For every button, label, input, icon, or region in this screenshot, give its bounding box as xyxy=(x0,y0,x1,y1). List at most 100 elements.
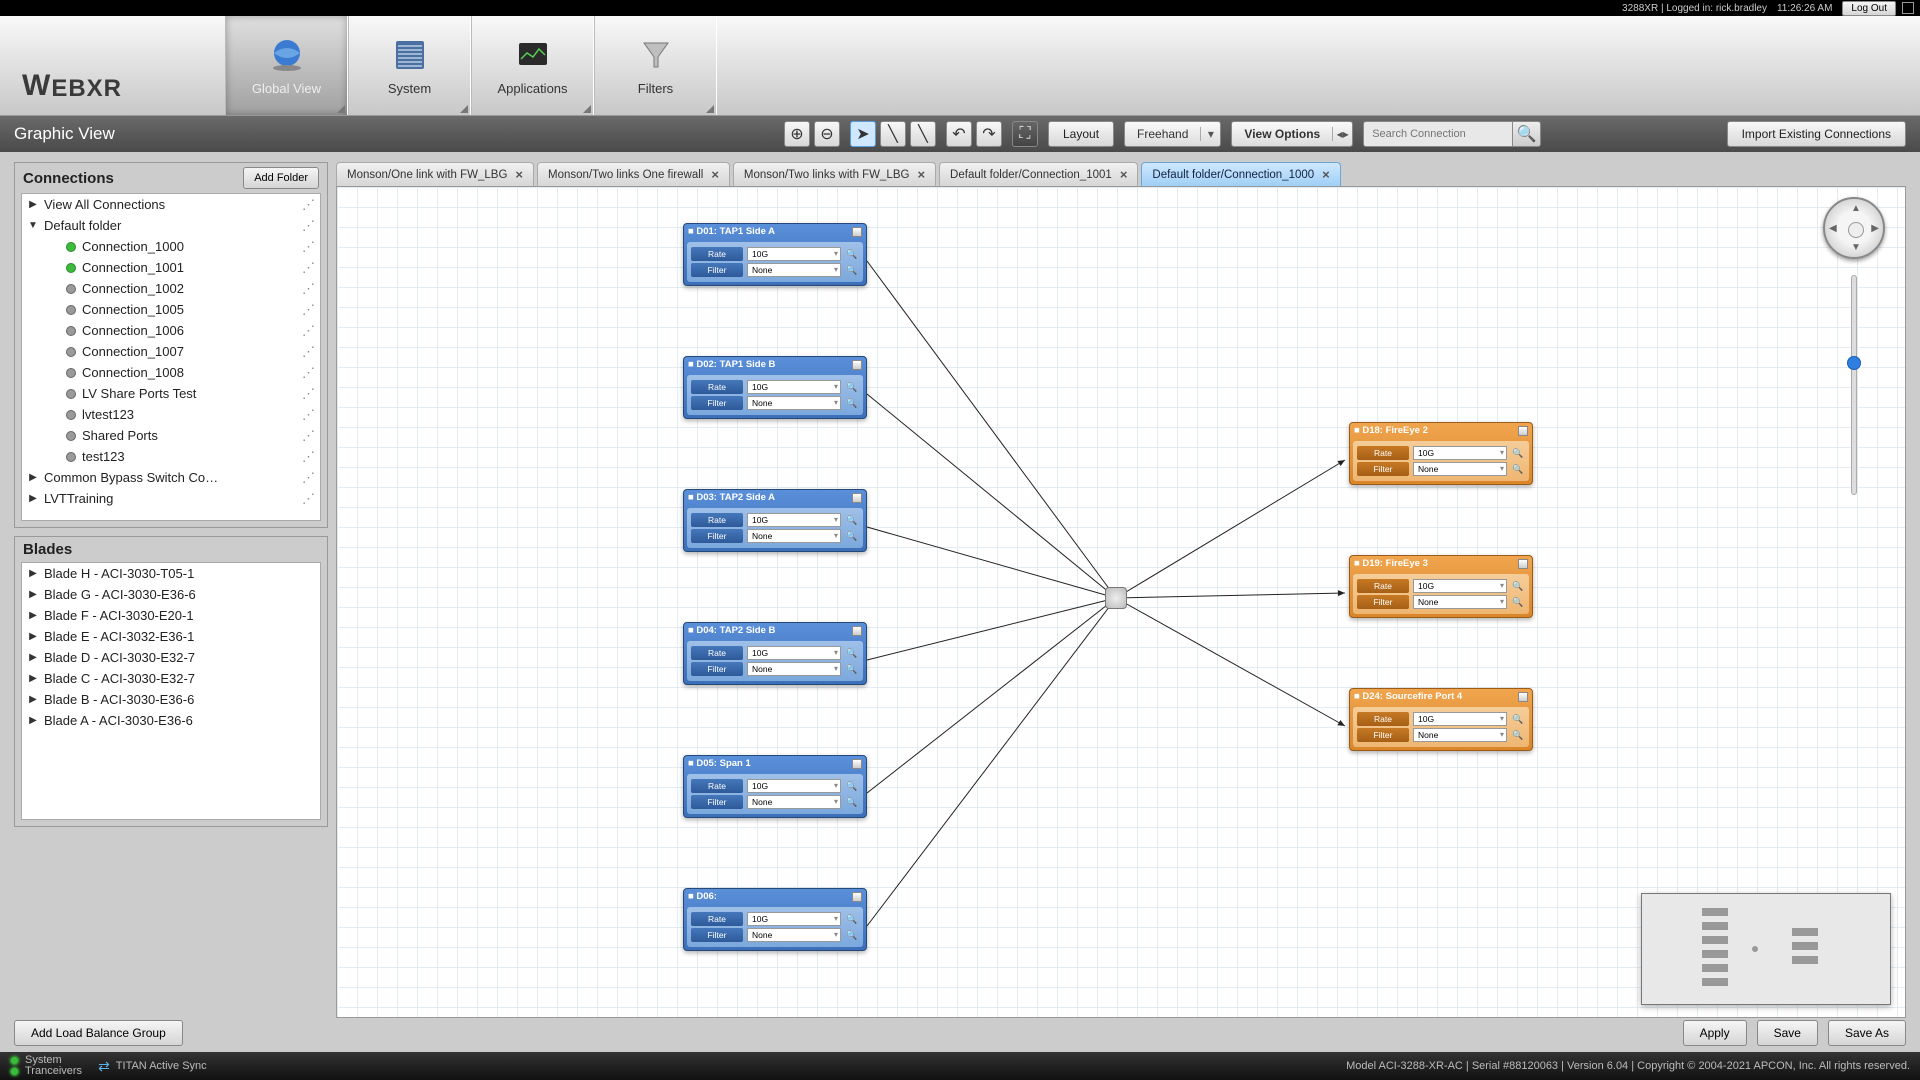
filter-select[interactable]: None xyxy=(1413,728,1507,742)
input-node[interactable]: ■ D02: TAP1 Side B Rate10G🔍 FilterNone🔍 xyxy=(683,356,867,419)
node-menu-icon[interactable] xyxy=(852,227,862,237)
inspect-icon[interactable]: 🔍 xyxy=(1511,595,1525,609)
filter-select[interactable]: None xyxy=(747,928,841,942)
save-button[interactable]: Save xyxy=(1757,1020,1818,1046)
inspect-icon[interactable]: 🔍 xyxy=(845,263,859,277)
tree-connection[interactable]: Connection_1000⋰ xyxy=(22,236,320,257)
import-connections-button[interactable]: Import Existing Connections xyxy=(1727,121,1906,147)
filter-select[interactable]: None xyxy=(1413,462,1507,476)
diagram-canvas[interactable]: ▲▼ ■ D01: TAP1 Side A Rate10G🔍 FilterNon… xyxy=(336,186,1906,1018)
blade-item[interactable]: ▶Blade A - ACI-3030-E36-6 xyxy=(22,710,320,731)
output-node[interactable]: ■ D18: FireEye 2 Rate10G🔍 FilterNone🔍 xyxy=(1349,422,1533,485)
rate-select[interactable]: 10G xyxy=(1413,579,1507,593)
filter-select[interactable]: None xyxy=(747,529,841,543)
inspect-icon[interactable]: 🔍 xyxy=(845,779,859,793)
tree-connection[interactable]: test123⋰ xyxy=(22,446,320,467)
rate-select[interactable]: 10G xyxy=(747,513,841,527)
view-options-select[interactable]: View Options◂▸ xyxy=(1231,121,1353,147)
canvas-tab[interactable]: Monson/Two links with FW_LBG× xyxy=(733,162,936,186)
inspect-icon[interactable]: 🔍 xyxy=(845,912,859,926)
filter-select[interactable]: None xyxy=(747,795,841,809)
input-node[interactable]: ■ D01: TAP1 Side A Rate10G🔍 FilterNone🔍 xyxy=(683,223,867,286)
inspect-icon[interactable]: 🔍 xyxy=(1511,728,1525,742)
tree-folder[interactable]: ▶Common Bypass Switch Co…⋰ xyxy=(22,467,320,488)
rate-select[interactable]: 10G xyxy=(747,779,841,793)
node-menu-icon[interactable] xyxy=(852,626,862,636)
inspect-icon[interactable]: 🔍 xyxy=(845,529,859,543)
canvas-tab[interactable]: Default folder/Connection_1001× xyxy=(939,162,1138,186)
inspect-icon[interactable]: 🔍 xyxy=(845,928,859,942)
rate-select[interactable]: 10G xyxy=(747,912,841,926)
close-icon[interactable]: × xyxy=(1120,167,1128,182)
apply-button[interactable]: Apply xyxy=(1683,1020,1747,1046)
rate-select[interactable]: 10G xyxy=(1413,446,1507,460)
rate-select[interactable]: 10G xyxy=(747,247,841,261)
minimap[interactable] xyxy=(1641,893,1891,1005)
dock-icon[interactable] xyxy=(1902,2,1914,14)
close-icon[interactable]: × xyxy=(917,167,925,182)
pointer-tool-button[interactable]: ➤ xyxy=(850,121,876,147)
inspect-icon[interactable]: 🔍 xyxy=(1511,579,1525,593)
search-button[interactable]: 🔍 xyxy=(1513,121,1541,147)
aggregation-hub[interactable] xyxy=(1105,587,1127,609)
node-menu-icon[interactable] xyxy=(1518,559,1528,569)
add-load-balance-group-button[interactable]: Add Load Balance Group xyxy=(14,1020,183,1046)
tree-connection[interactable]: Shared Ports⋰ xyxy=(22,425,320,446)
zoom-in-button[interactable]: ⊕ xyxy=(784,121,810,147)
close-icon[interactable]: × xyxy=(711,167,719,182)
inspect-icon[interactable]: 🔍 xyxy=(845,247,859,261)
node-menu-icon[interactable] xyxy=(1518,426,1528,436)
connections-tree[interactable]: ▶View All Connections⋰▼Default folder⋰Co… xyxy=(22,194,320,520)
blade-item[interactable]: ▶Blade G - ACI-3030-E36-6 xyxy=(22,584,320,605)
blade-item[interactable]: ▶Blade C - ACI-3030-E32-7 xyxy=(22,668,320,689)
canvas-tab[interactable]: Monson/Two links One firewall× xyxy=(537,162,730,186)
blade-item[interactable]: ▶Blade D - ACI-3030-E32-7 xyxy=(22,647,320,668)
tree-connection[interactable]: LV Share Ports Test⋰ xyxy=(22,383,320,404)
save-as-button[interactable]: Save As xyxy=(1828,1020,1906,1046)
inspect-icon[interactable]: 🔍 xyxy=(845,396,859,410)
tree-connection[interactable]: Connection_1008⋰ xyxy=(22,362,320,383)
node-menu-icon[interactable] xyxy=(852,759,862,769)
pan-compass[interactable]: ▲▼ xyxy=(1823,197,1885,259)
inspect-icon[interactable]: 🔍 xyxy=(845,795,859,809)
blade-item[interactable]: ▶Blade F - ACI-3030-E20-1 xyxy=(22,605,320,626)
tree-folder[interactable]: ▼Default folder⋰ xyxy=(22,215,320,236)
node-menu-icon[interactable] xyxy=(852,493,862,503)
inspect-icon[interactable]: 🔍 xyxy=(1511,446,1525,460)
inspect-icon[interactable]: 🔍 xyxy=(1511,462,1525,476)
fullscreen-button[interactable]: ⛶ xyxy=(1012,121,1038,147)
redo-button[interactable]: ↷ xyxy=(976,121,1002,147)
close-icon[interactable]: × xyxy=(515,167,523,182)
tree-folder[interactable]: ▶LVTTraining⋰ xyxy=(22,488,320,509)
tree-connection[interactable]: Connection_1005⋰ xyxy=(22,299,320,320)
filter-select[interactable]: None xyxy=(747,263,841,277)
inspect-icon[interactable]: 🔍 xyxy=(845,380,859,394)
inspect-icon[interactable]: 🔍 xyxy=(845,646,859,660)
undo-button[interactable]: ↶ xyxy=(946,121,972,147)
line-tool-button[interactable]: ╲ xyxy=(880,121,906,147)
filter-select[interactable]: None xyxy=(747,396,841,410)
inspect-icon[interactable]: 🔍 xyxy=(845,513,859,527)
ribbon-filters[interactable]: Filters xyxy=(594,16,717,115)
node-menu-icon[interactable] xyxy=(1518,692,1528,702)
ribbon-system[interactable]: System xyxy=(348,16,471,115)
layout-button[interactable]: Layout xyxy=(1048,121,1114,147)
blades-tree[interactable]: ▶Blade H - ACI-3030-T05-1▶Blade G - ACI-… xyxy=(22,563,320,819)
line-tool-alt-button[interactable]: ╲ xyxy=(910,121,936,147)
rate-select[interactable]: 10G xyxy=(1413,712,1507,726)
blade-item[interactable]: ▶Blade E - ACI-3032-E36-1 xyxy=(22,626,320,647)
layout-mode-select[interactable]: Freehand▾ xyxy=(1124,121,1221,147)
add-folder-button[interactable]: Add Folder xyxy=(243,167,319,189)
tree-connection[interactable]: Connection_1006⋰ xyxy=(22,320,320,341)
input-node[interactable]: ■ D04: TAP2 Side B Rate10G🔍 FilterNone🔍 xyxy=(683,622,867,685)
tree-connection[interactable]: lvtest123⋰ xyxy=(22,404,320,425)
input-node[interactable]: ■ D06: Rate10G🔍 FilterNone🔍 xyxy=(683,888,867,951)
canvas-tab[interactable]: Default folder/Connection_1000× xyxy=(1141,162,1340,186)
ribbon-applications[interactable]: Applications xyxy=(471,16,594,115)
filter-select[interactable]: None xyxy=(747,662,841,676)
tree-connection[interactable]: Connection_1002⋰ xyxy=(22,278,320,299)
tree-connection[interactable]: Connection_1001⋰ xyxy=(22,257,320,278)
canvas-tab[interactable]: Monson/One link with FW_LBG× xyxy=(336,162,534,186)
node-menu-icon[interactable] xyxy=(852,892,862,902)
logout-button[interactable]: Log Out xyxy=(1842,1,1896,16)
